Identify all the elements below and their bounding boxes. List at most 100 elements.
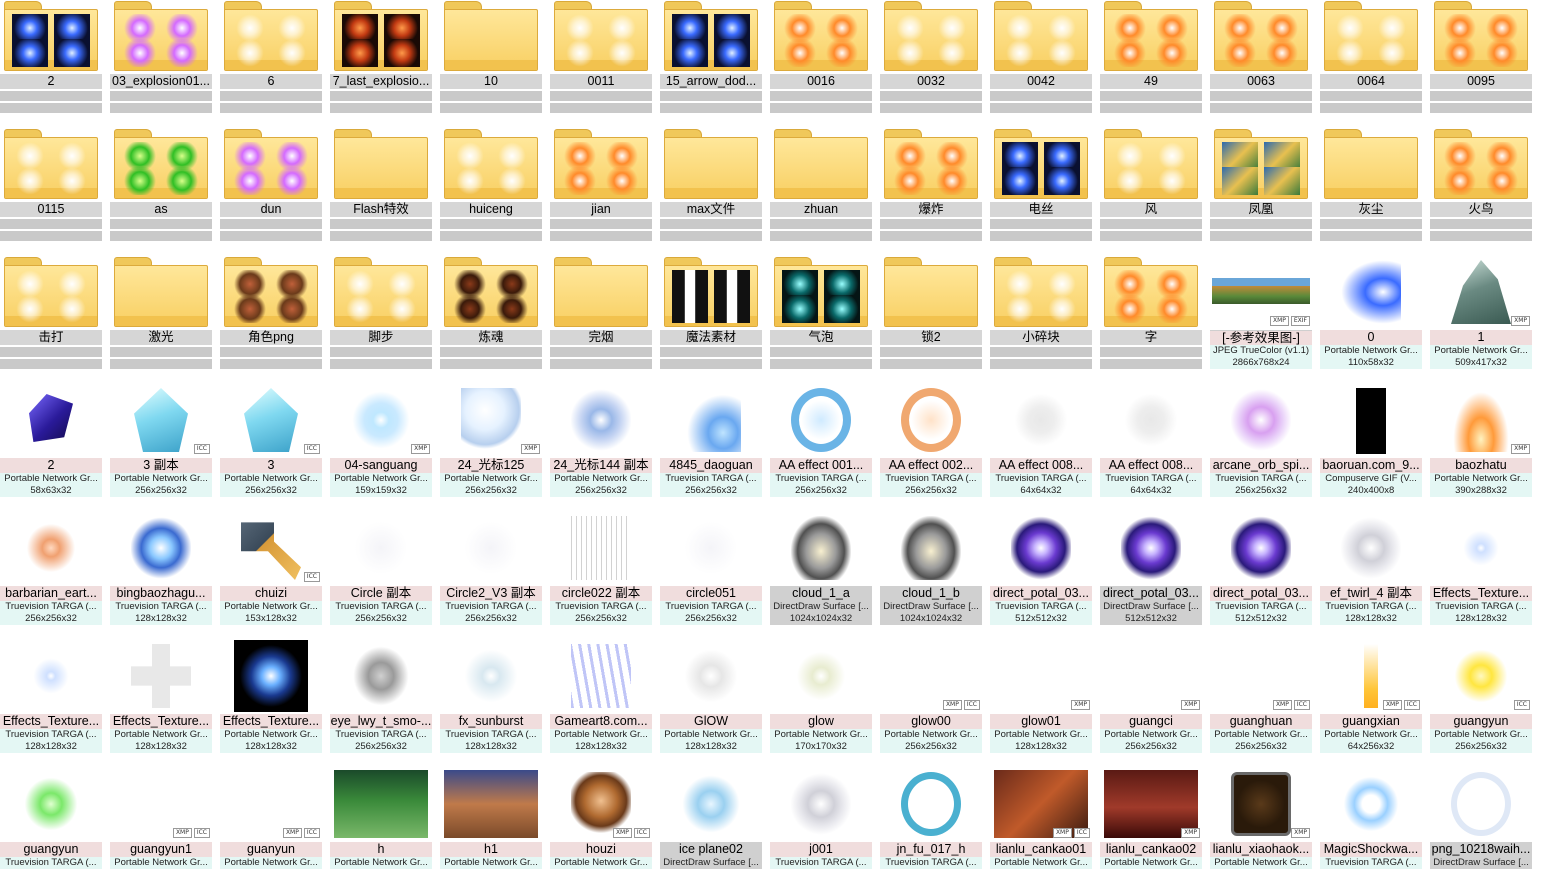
image-file-item[interactable]: XMP 04-sanguang Portable Network Gr... 159x… <box>330 384 432 512</box>
folder-item[interactable]: 气泡 <box>770 256 872 384</box>
folder-item[interactable]: 激光 <box>110 256 212 384</box>
image-file-item[interactable]: png_10218waih... DirectDraw Surface [... <box>1430 768 1532 896</box>
folder-item[interactable]: 10 <box>440 0 542 128</box>
folder-item[interactable]: 凤凰 <box>1210 128 1312 256</box>
folder-item[interactable]: 0011 <box>550 0 652 128</box>
image-file-item[interactable]: MagicShockwa... Truevision TARGA (... <box>1320 768 1422 896</box>
image-file-item[interactable]: GlOW Portable Network Gr... 128x128x32 <box>660 640 762 768</box>
image-file-item[interactable]: ICC guangyun Portable Network Gr... 256x256… <box>1430 640 1532 768</box>
folder-item[interactable]: 魔法素材 <box>660 256 762 384</box>
image-file-item[interactable]: XMP ICC lianlu_cankao01 Portable Network Gr… <box>990 768 1092 896</box>
image-file-item[interactable]: Circle 副本 Truevision TARGA (... 256x256x32 <box>330 512 432 640</box>
image-file-item[interactable]: direct_potal_03... Truevision TARGA (... 5… <box>990 512 1092 640</box>
image-file-item[interactable]: XMP ICC guangyun1 Portable Network Gr... <box>110 768 212 896</box>
image-file-item[interactable]: direct_potal_03... DirectDraw Surface [..… <box>1100 512 1202 640</box>
folder-item[interactable]: 0063 <box>1210 0 1312 128</box>
folder-item[interactable]: 0064 <box>1320 0 1422 128</box>
image-file-item[interactable]: h1 Portable Network Gr... <box>440 768 542 896</box>
folder-item[interactable]: 15_arrow_dod... <box>660 0 762 128</box>
image-file-item[interactable]: XMP glow01 Portable Network Gr... 128x128x3… <box>990 640 1092 768</box>
folder-item[interactable]: Flash特效 <box>330 128 432 256</box>
folder-item[interactable]: 0016 <box>770 0 872 128</box>
folder-item[interactable]: 风 <box>1100 128 1202 256</box>
image-file-item[interactable]: h Portable Network Gr... <box>330 768 432 896</box>
folder-item[interactable]: dun <box>220 128 322 256</box>
folder-item[interactable]: jian <box>550 128 652 256</box>
image-file-item[interactable]: AA effect 001... Truevision TARGA (... 256… <box>770 384 872 512</box>
folder-item[interactable]: 击打 <box>0 256 102 384</box>
image-file-item[interactable]: arcane_orb_spi... Truevision TARGA (... 25… <box>1210 384 1312 512</box>
image-file-item[interactable]: 2 Portable Network Gr... 58x63x32 <box>0 384 102 512</box>
image-file-item[interactable]: XMP guangci Portable Network Gr... 256x256x… <box>1100 640 1202 768</box>
image-file-item[interactable]: 24_光标144 副本 Portable Network Gr... 256x256… <box>550 384 652 512</box>
image-file-item[interactable]: baoruan.com_9... Compuserve GIF (V... 240x… <box>1320 384 1422 512</box>
image-file-item[interactable]: guangyun Truevision TARGA (... <box>0 768 102 896</box>
image-file-item[interactable]: barbarian_eart... Truevision TARGA (... 25… <box>0 512 102 640</box>
image-file-item[interactable]: XMP ICC guanghuan Portable Network Gr... 256… <box>1210 640 1312 768</box>
folder-item[interactable]: 脚步 <box>330 256 432 384</box>
image-file-item[interactable]: direct_potal_03... Truevision TARGA (... 5… <box>1210 512 1312 640</box>
image-file-item[interactable]: Gameart8.com... Portable Network Gr... 128… <box>550 640 652 768</box>
image-file-item[interactable]: XMP ICC glow00 Portable Network Gr... 256x25… <box>880 640 982 768</box>
image-file-item[interactable]: XMP lianlu_cankao02 Portable Network Gr... <box>1100 768 1202 896</box>
folder-item[interactable]: 0032 <box>880 0 982 128</box>
image-file-item[interactable]: 4845_daoguan Truevision TARGA (... 256x256… <box>660 384 762 512</box>
image-file-item[interactable]: glow Portable Network Gr... 170x170x32 <box>770 640 872 768</box>
folder-item[interactable]: 灰尘 <box>1320 128 1422 256</box>
image-file-item[interactable]: ice plane02 DirectDraw Surface [... <box>660 768 762 896</box>
image-file-item[interactable]: 0 Portable Network Gr... 110x58x32 <box>1320 256 1422 384</box>
folder-item[interactable]: huiceng <box>440 128 542 256</box>
image-file-item[interactable]: Effects_Texture... Portable Network Gr...… <box>110 640 212 768</box>
image-file-item[interactable]: bingbaozhagu... Truevision TARGA (... 128x… <box>110 512 212 640</box>
image-file-item[interactable]: XMP ICC guanyun Portable Network Gr... <box>220 768 322 896</box>
folder-item[interactable]: 火鸟 <box>1430 128 1532 256</box>
folder-item[interactable]: as <box>110 128 212 256</box>
image-file-item[interactable]: ef_twirl_4 副本 Truevision TARGA (... 128x12… <box>1320 512 1422 640</box>
image-file-item[interactable]: fx_sunburst Truevision TARGA (... 128x128x… <box>440 640 542 768</box>
image-file-item[interactable]: ICC 3 Portable Network Gr... 256x256x32 <box>220 384 322 512</box>
image-file-item[interactable]: XMP ICC guangxian Portable Network Gr... 64x… <box>1320 640 1422 768</box>
folder-item[interactable]: 字 <box>1100 256 1202 384</box>
folder-item[interactable]: 锁2 <box>880 256 982 384</box>
image-file-item[interactable]: j001 Truevision TARGA (... <box>770 768 872 896</box>
image-file-item[interactable]: eye_lwy_t_smo-... Truevision TARGA (... 25… <box>330 640 432 768</box>
image-file-item[interactable]: jn_fu_017_h Truevision TARGA (... <box>880 768 982 896</box>
folder-item[interactable]: 03_explosion01... <box>110 0 212 128</box>
image-file-item[interactable]: XMP 24_光标125 Portable Network Gr... 256x256… <box>440 384 542 512</box>
image-file-item[interactable]: cloud_1_b DirectDraw Surface [... 1024x102… <box>880 512 982 640</box>
folder-item[interactable]: 电丝 <box>990 128 1092 256</box>
image-file-item[interactable]: ICC chuizi Portable Network Gr... 153x128x3… <box>220 512 322 640</box>
folder-item[interactable]: 7_last_explosio... <box>330 0 432 128</box>
folder-item[interactable]: 0115 <box>0 128 102 256</box>
xmp-badge: XMP <box>612 828 632 838</box>
folder-item[interactable]: max文件 <box>660 128 762 256</box>
image-file-item[interactable]: Effects_Texture... Portable Network Gr...… <box>220 640 322 768</box>
image-file-item[interactable]: AA effect 008... Truevision TARGA (... 64x… <box>1100 384 1202 512</box>
folder-item[interactable]: 49 <box>1100 0 1202 128</box>
image-file-item[interactable]: ICC 3 副本 Portable Network Gr... 256x256x32 <box>110 384 212 512</box>
folder-detail-line <box>660 103 762 113</box>
image-file-item[interactable]: Circle2_V3 副本 Truevision TARGA (... 256x25… <box>440 512 542 640</box>
image-file-item[interactable]: XMP lianlu_xiaohaok... Portable Network Gr… <box>1210 768 1312 896</box>
folder-item[interactable]: 6 <box>220 0 322 128</box>
folder-item[interactable]: 爆炸 <box>880 128 982 256</box>
folder-item[interactable]: 完烟 <box>550 256 652 384</box>
folder-item[interactable]: 角色png <box>220 256 322 384</box>
image-file-item[interactable]: XMP ICC houzi Portable Network Gr... <box>550 768 652 896</box>
image-file-item[interactable]: XMP EXIF [-参考效果图-] JPEG TrueColor (v1.1) 286… <box>1210 256 1312 384</box>
image-file-item[interactable]: circle051 Truevision TARGA (... 256x256x32 <box>660 512 762 640</box>
image-file-item[interactable]: XMP 1 Portable Network Gr... 509x417x32 <box>1430 256 1532 384</box>
folder-item[interactable]: 小碎块 <box>990 256 1092 384</box>
folder-item[interactable]: 0042 <box>990 0 1092 128</box>
image-file-item[interactable]: AA effect 008... Truevision TARGA (... 64x… <box>990 384 1092 512</box>
image-file-item[interactable]: XMP baozhatu Portable Network Gr... 390x288… <box>1430 384 1532 512</box>
folder-item[interactable]: 炼魂 <box>440 256 542 384</box>
image-file-item[interactable]: Effects_Texture... Truevision TARGA (... 1… <box>0 640 102 768</box>
folder-item[interactable]: 2 <box>0 0 102 128</box>
image-file-item[interactable]: circle022 副本 Truevision TARGA (... 256x256… <box>550 512 652 640</box>
image-file-item[interactable]: cloud_1_a DirectDraw Surface [... 1024x102… <box>770 512 872 640</box>
folder-item[interactable]: 0095 <box>1430 0 1532 128</box>
image-file-item[interactable]: AA effect 002... Truevision TARGA (... 256… <box>880 384 982 512</box>
image-file-item[interactable]: Effects_Texture... Truevision TARGA (... 1… <box>1430 512 1532 640</box>
folder-item[interactable]: zhuan <box>770 128 872 256</box>
